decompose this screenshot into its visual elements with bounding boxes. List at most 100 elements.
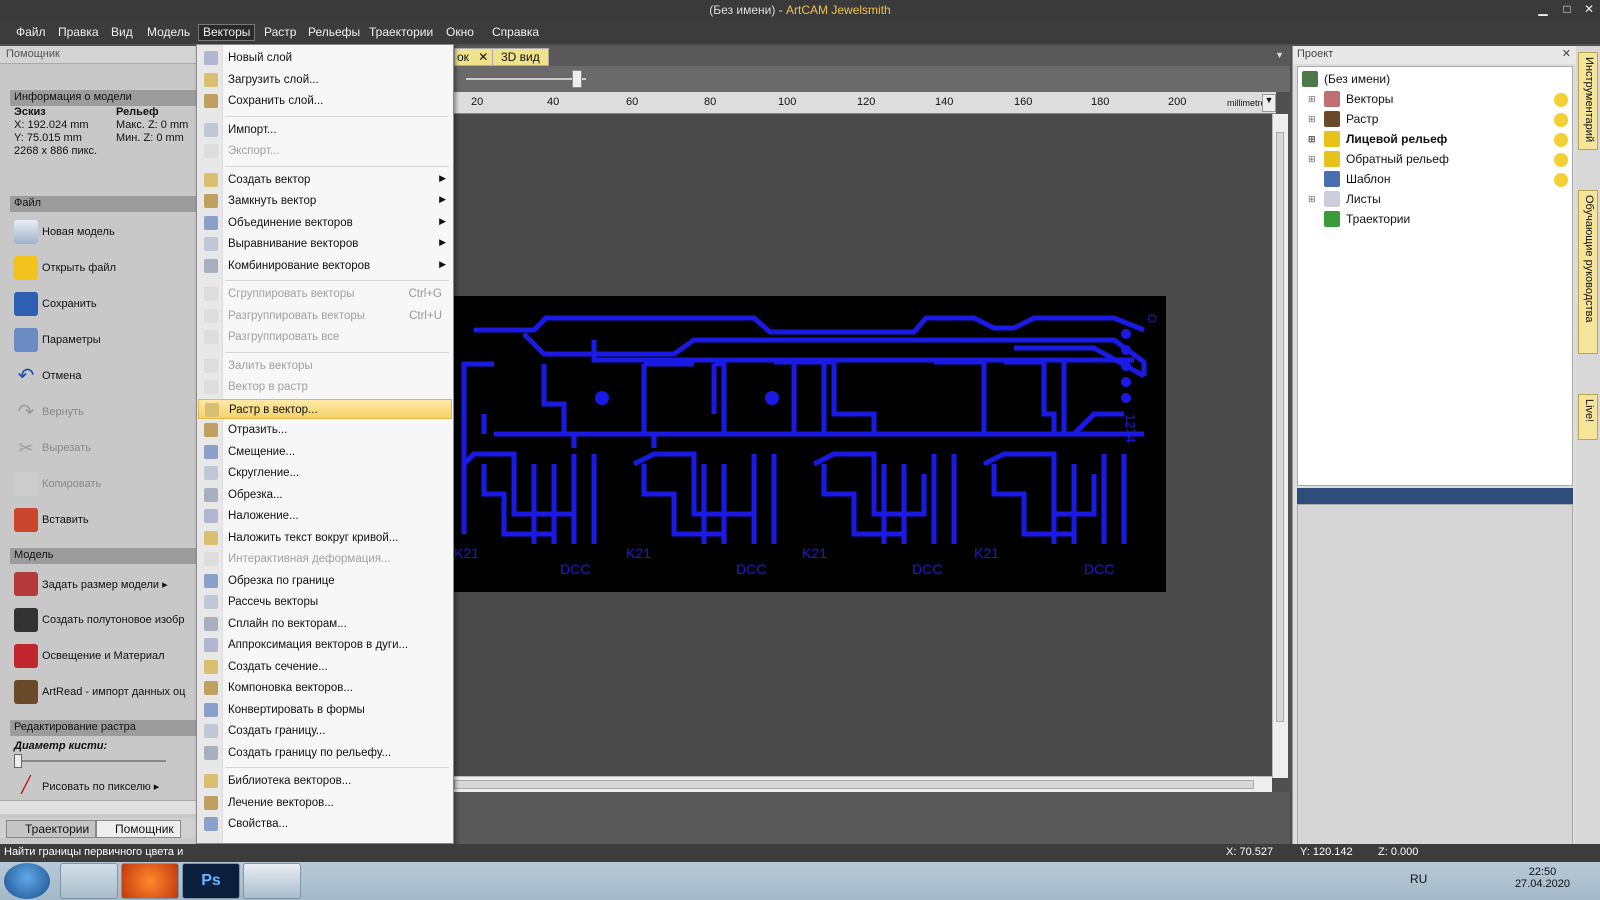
tab-toolpaths[interactable]: Траектории <box>6 820 97 838</box>
pixel-paint-button[interactable]: ╱ Рисовать по пикселю ▸ <box>14 774 197 798</box>
menu-item[interactable]: Смещение... <box>198 442 452 462</box>
menu-item[interactable]: Отразить... <box>198 420 452 440</box>
menu-item[interactable]: Новый слой <box>198 48 452 68</box>
menu-item[interactable]: Наложить текст вокруг кривой... <box>198 528 452 548</box>
tab-tutorials[interactable]: Обучающие руководства <box>1578 190 1598 354</box>
menu-item[interactable]: Разгруппировать векторы Ctrl+U <box>198 306 452 326</box>
close-icon[interactable]: ✕ <box>1562 47 1571 60</box>
copy-button[interactable]: Копировать <box>14 469 197 499</box>
cut-button[interactable]: ✂ Вырезать <box>14 433 197 463</box>
menu-reliefs[interactable]: Рельефы <box>304 25 364 42</box>
expand-icon[interactable]: ⊞ <box>1308 134 1318 145</box>
parameters-button[interactable]: Параметры <box>14 325 197 355</box>
canvas-vscrollbar[interactable] <box>1272 114 1288 778</box>
menu-item[interactable]: Загрузить слой... <box>198 70 452 90</box>
brush-slider-thumb[interactable] <box>14 754 22 768</box>
zoom-slider-track[interactable] <box>466 78 586 80</box>
menu-item[interactable]: Интерактивная деформация... <box>198 549 452 569</box>
menu-item[interactable]: Конвертировать в формы <box>198 700 452 720</box>
artread-button[interactable]: ArtRead - импорт данных оц <box>14 677 197 707</box>
maximize-button[interactable]: □ <box>1556 2 1578 20</box>
menu-item[interactable]: Создать сечение... <box>198 657 452 677</box>
start-button[interactable] <box>4 863 50 899</box>
undo-button[interactable]: ↶ Отмена <box>14 361 197 391</box>
menu-item[interactable]: Сгруппировать векторы Ctrl+G <box>198 284 452 304</box>
tree-item-sheets[interactable]: ⊞ Листы <box>1308 191 1381 207</box>
menu-item[interactable]: Комбинирование векторов ▶ <box>198 256 452 276</box>
menu-item[interactable]: Лечение векторов... <box>198 793 452 813</box>
save-button[interactable]: Сохранить <box>14 289 197 319</box>
menu-item[interactable]: Библиотека векторов... <box>198 771 452 791</box>
tab-assistant[interactable]: Помощник <box>96 820 181 838</box>
redo-button[interactable]: ↷ Вернуть <box>14 397 197 427</box>
menu-item[interactable]: Выравнивание векторов ▶ <box>198 234 452 254</box>
language-indicator[interactable]: RU <box>1410 872 1427 886</box>
menu-item[interactable]: Обрезка по границе <box>198 571 452 591</box>
set-model-size-button[interactable]: Задать размер модели ▸ <box>14 569 197 599</box>
menu-item[interactable]: Аппроксимация векторов в дуги... <box>198 635 452 655</box>
vscroll-thumb[interactable] <box>1276 132 1284 722</box>
menu-vectors[interactable]: Векторы <box>198 24 256 41</box>
menu-item[interactable]: Рассечь векторы <box>198 592 452 612</box>
paste-button[interactable]: Вставить <box>14 505 197 535</box>
menu-item[interactable]: Сохранить слой... <box>198 91 452 111</box>
menu-model[interactable]: Модель <box>143 25 194 42</box>
tab-toolbox[interactable]: Инструментарий <box>1578 52 1598 150</box>
tree-root[interactable]: (Без имени) <box>1302 71 1390 87</box>
tree-item-template[interactable]: Шаблон <box>1324 171 1390 187</box>
photoshop-taskbar-icon[interactable]: Ps <box>182 863 240 899</box>
close-icon[interactable]: ✕ <box>478 50 488 64</box>
bulb-icon[interactable] <box>1554 173 1568 187</box>
tree-item-raster[interactable]: ⊞ Растр <box>1308 111 1378 127</box>
menu-item[interactable]: Компоновка векторов... <box>198 678 452 698</box>
menu-item[interactable]: Свойства... <box>198 814 452 834</box>
brush-slider-track[interactable] <box>16 760 166 762</box>
canvas-hscrollbar[interactable] <box>454 776 1272 792</box>
expand-icon[interactable]: ⊞ <box>1308 194 1318 205</box>
new-model-button[interactable]: Новая модель <box>14 217 197 247</box>
menu-item[interactable]: Объединение векторов ▶ <box>198 213 452 233</box>
chevron-down-icon[interactable]: ▼ <box>1275 50 1284 60</box>
bulb-icon[interactable] <box>1554 153 1568 167</box>
menu-item[interactable]: Обрезка... <box>198 485 452 505</box>
menu-item[interactable]: Залить векторы <box>198 356 452 376</box>
menu-help[interactable]: Справка <box>488 25 543 42</box>
tree-item-vectors[interactable]: ⊞ Векторы <box>1308 91 1393 107</box>
lighting-button[interactable]: Освещение и Материал <box>14 641 197 671</box>
bulb-icon[interactable] <box>1554 133 1568 147</box>
ruler-dropdown-icon[interactable]: ▼ <box>1262 94 1276 112</box>
menu-item[interactable]: Импорт... <box>198 120 452 140</box>
menu-item[interactable]: Создать вектор ▶ <box>198 170 452 190</box>
menu-toolpaths[interactable]: Траектории <box>365 25 437 42</box>
clock[interactable]: 22:50 27.04.2020 <box>1515 866 1570 890</box>
firefox-taskbar-icon[interactable] <box>121 863 179 899</box>
tree-item-front-relief[interactable]: ⊞ Лицевой рельеф <box>1308 131 1447 147</box>
expand-icon[interactable]: ⊞ <box>1308 114 1318 125</box>
menu-item[interactable]: Экспорт... <box>198 141 452 161</box>
left-hscrollbar[interactable] <box>0 800 197 814</box>
zoom-slider-thumb[interactable] <box>572 70 582 88</box>
menu-item[interactable]: Создать границу... <box>198 721 452 741</box>
drawing-canvas[interactable]: K21 DCC K21 DCC K21 DCC K21 DCC O 1234 <box>454 114 1276 778</box>
menu-item[interactable]: Вектор в растр <box>198 377 452 397</box>
menu-item[interactable]: Сплайн по векторам... <box>198 614 452 634</box>
tab-3d-view[interactable]: 3D вид <box>492 48 549 66</box>
expand-icon[interactable]: ⊞ <box>1308 154 1318 165</box>
bulb-icon[interactable] <box>1554 113 1568 127</box>
menu-window[interactable]: Окно <box>442 25 478 42</box>
tab-2d-view[interactable]: ок ✕ <box>454 48 498 66</box>
expand-icon[interactable]: ⊞ <box>1308 94 1318 105</box>
menu-edit[interactable]: Правка <box>54 25 103 42</box>
minimize-button[interactable]: ▁ <box>1532 2 1554 20</box>
menu-item[interactable]: Разгруппировать все <box>198 327 452 347</box>
bulb-icon[interactable] <box>1554 93 1568 107</box>
menu-file[interactable]: Файл <box>12 25 50 42</box>
tab-live[interactable]: Live! <box>1578 394 1598 440</box>
menu-item[interactable]: Замкнуть вектор ▶ <box>198 191 452 211</box>
menu-view[interactable]: Вид <box>107 25 137 42</box>
close-button[interactable]: ✕ <box>1578 2 1600 20</box>
grayscale-button[interactable]: Создать полутоновое изобр <box>14 605 197 635</box>
menu-raster[interactable]: Растр <box>260 25 300 42</box>
menu-item[interactable]: Растр в вектор... <box>198 398 452 419</box>
tree-item-back-relief[interactable]: ⊞ Обратный рельеф <box>1308 151 1449 167</box>
